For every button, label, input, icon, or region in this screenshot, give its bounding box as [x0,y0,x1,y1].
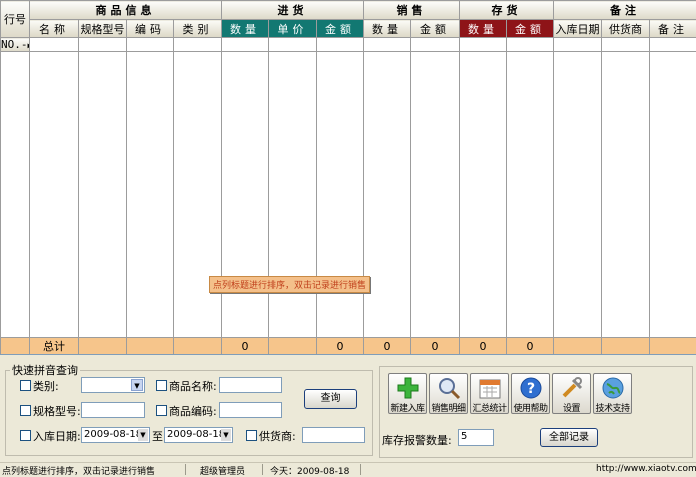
col-header-sales-amount[interactable]: 金额 [411,20,460,38]
col-header-remarks[interactable]: 备注 [650,20,696,38]
group-header-purchase[interactable]: 进货 [222,1,364,20]
col-header-purchase-qty[interactable]: 数量 [222,20,269,38]
status-date: 今天：2009-08-18 [270,464,349,477]
total-stock-amount: 0 [507,338,554,355]
row-id: NO.- [1,38,28,51]
status-bar: 点列标题进行排序，双击记录进行销售 超级管理员 今天：2009-08-18 ht… [0,462,696,477]
category-label: 类别: [33,378,59,394]
name-checkbox[interactable] [156,380,167,391]
col-header-name[interactable]: 名称 [30,20,79,38]
col-header-sales-qty[interactable]: 数量 [364,20,411,38]
name-label: 商品名称: [169,378,217,394]
code-label: 商品编码: [169,403,217,419]
category-select[interactable]: ▼ [81,377,145,393]
group-header-goods[interactable]: 商品信息 [30,1,222,20]
total-sales-amount: 0 [411,338,460,355]
help-button[interactable]: ? 使用帮助 [511,373,550,414]
supplier-input[interactable] [302,427,365,443]
help-icon: ? [518,376,544,400]
col-header-code[interactable]: 编码 [127,20,174,38]
quick-search-legend: 快速拼音查询 [10,362,80,378]
calendar-icon [477,376,503,400]
date-to-picker[interactable]: 2009-08-18 ▼ [164,427,233,443]
col-header-category[interactable]: 类别 [174,20,222,38]
goods-grid[interactable]: 行号 商品信息 进货 销售 存货 备注 名称 规格型号 编码 类别 数量 单价 … [0,0,696,355]
status-user: 超级管理员 [200,464,245,477]
code-input[interactable] [219,402,282,418]
status-hint: 点列标题进行排序，双击记录进行销售 [2,464,155,477]
sort-hint-tooltip: 点列标题进行排序，双击记录进行销售 [209,276,370,293]
totals-row: 总计 0 0 0 0 0 0 [1,338,696,355]
date-label: 入库日期: [33,428,81,444]
chevron-down-icon[interactable]: ▼ [221,429,231,441]
globe-icon [600,376,626,400]
empty-grid-area [1,52,696,338]
help-label: 使用帮助 [512,401,549,414]
group-header-stock[interactable]: 存货 [460,1,554,20]
total-purchase-amount: 0 [317,338,364,355]
spec-label: 规格型号: [33,403,81,419]
total-purchase-qty: 0 [222,338,269,355]
group-header-remarks[interactable]: 备注 [554,1,696,20]
settings-label: 设置 [553,401,590,414]
table-row[interactable]: NO.-▶ [1,38,696,52]
tech-support-button[interactable]: 技术支持 [593,373,632,414]
col-header-purchase-price[interactable]: 单价 [269,20,317,38]
supplier-checkbox[interactable] [246,430,257,441]
sales-detail-button[interactable]: 销售明细 [429,373,468,414]
summary-stats-label: 汇总统计 [471,401,508,414]
col-header-stock-qty[interactable]: 数量 [460,20,507,38]
status-website: http://www.xiaotv.com [596,464,696,474]
magnifier-icon [436,376,462,400]
total-label: 总计 [30,338,79,355]
date-from-value: 2009-08-18 [84,429,142,440]
category-checkbox[interactable] [20,380,31,391]
spec-checkbox[interactable] [20,405,31,416]
chevron-down-icon[interactable]: ▼ [131,379,143,391]
spec-input[interactable] [81,402,145,418]
row-indicator: NO.-▶ [1,38,30,52]
supplier-label: 供货商: [259,428,296,444]
date-from-picker[interactable]: 2009-08-18 ▼ [81,427,150,443]
group-header-sales[interactable]: 销售 [364,1,460,20]
col-header-spec[interactable]: 规格型号 [79,20,127,38]
code-checkbox[interactable] [156,405,167,416]
svg-text:?: ? [526,381,534,397]
settings-button[interactable]: 设置 [552,373,591,414]
all-records-button[interactable]: 全部记录 [540,428,598,447]
summary-stats-button[interactable]: 汇总统计 [470,373,509,414]
col-header-purchase-amount[interactable]: 金额 [317,20,364,38]
total-sales-qty: 0 [364,338,411,355]
stock-alert-input[interactable]: 5 [458,429,494,446]
new-inbound-button[interactable]: 新建入库 [388,373,427,414]
name-input[interactable] [219,377,282,393]
plus-icon [395,376,421,400]
date-checkbox[interactable] [20,430,31,441]
date-to-label: 至 [152,428,163,444]
chevron-down-icon[interactable]: ▼ [138,429,148,441]
total-stock-qty: 0 [460,338,507,355]
col-header-supplier[interactable]: 供货商 [602,20,650,38]
stock-alert-label: 库存报警数量: [382,432,452,448]
row-number-header[interactable]: 行号 [1,1,30,38]
tools-icon [559,376,585,400]
tech-support-label: 技术支持 [594,401,631,414]
col-header-stock-amount[interactable]: 金额 [507,20,554,38]
date-to-value: 2009-08-18 [167,429,225,440]
new-inbound-label: 新建入库 [389,401,426,414]
sales-detail-label: 销售明细 [430,401,467,414]
query-button[interactable]: 查询 [304,389,357,409]
col-header-inbound-date[interactable]: 入库日期 [554,20,602,38]
